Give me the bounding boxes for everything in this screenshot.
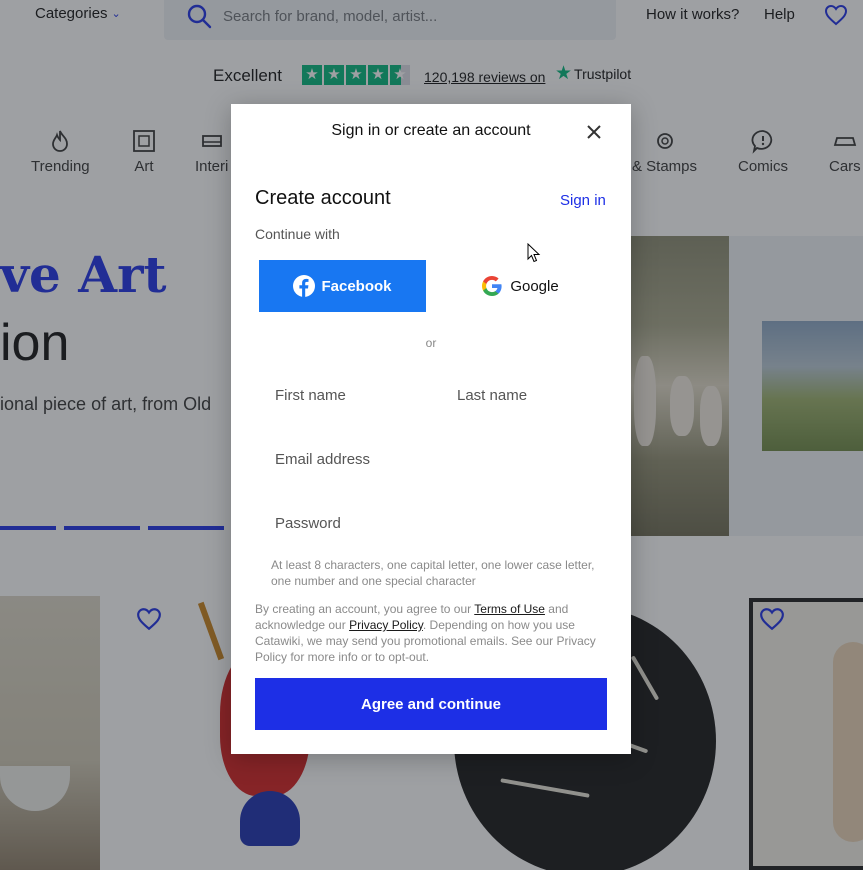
google-button[interactable]: Google	[436, 260, 603, 312]
password-hint: At least 8 characters, one capital lette…	[271, 558, 595, 588]
agree-and-continue-button[interactable]: Agree and continue	[255, 678, 607, 730]
facebook-label: Facebook	[321, 277, 392, 295]
terms-of-use-link[interactable]: Terms of Use	[474, 602, 545, 616]
first-name-field[interactable]	[275, 377, 435, 413]
password-field[interactable]	[275, 505, 595, 541]
close-icon[interactable]	[583, 121, 605, 143]
sign-in-link[interactable]: Sign in	[560, 192, 606, 209]
facebook-button[interactable]: Facebook	[259, 260, 426, 312]
continue-with-label: Continue with	[255, 226, 340, 242]
email-field[interactable]	[275, 441, 595, 477]
legal-text-part1: By creating an account, you agree to our	[255, 602, 475, 616]
google-icon	[482, 276, 502, 296]
signup-modal: Sign in or create an account Create acco…	[231, 104, 631, 754]
facebook-icon	[293, 275, 316, 297]
last-name-field[interactable]	[457, 377, 607, 413]
privacy-policy-link[interactable]: Privacy Policy	[349, 618, 423, 632]
google-label: Google	[510, 277, 559, 295]
mouse-cursor-icon	[527, 243, 541, 263]
modal-title: Sign in or create an account	[331, 122, 531, 139]
legal-text: By creating an account, you agree to our…	[255, 601, 611, 665]
or-divider: or	[425, 336, 437, 350]
modal-heading: Create account	[255, 187, 391, 209]
